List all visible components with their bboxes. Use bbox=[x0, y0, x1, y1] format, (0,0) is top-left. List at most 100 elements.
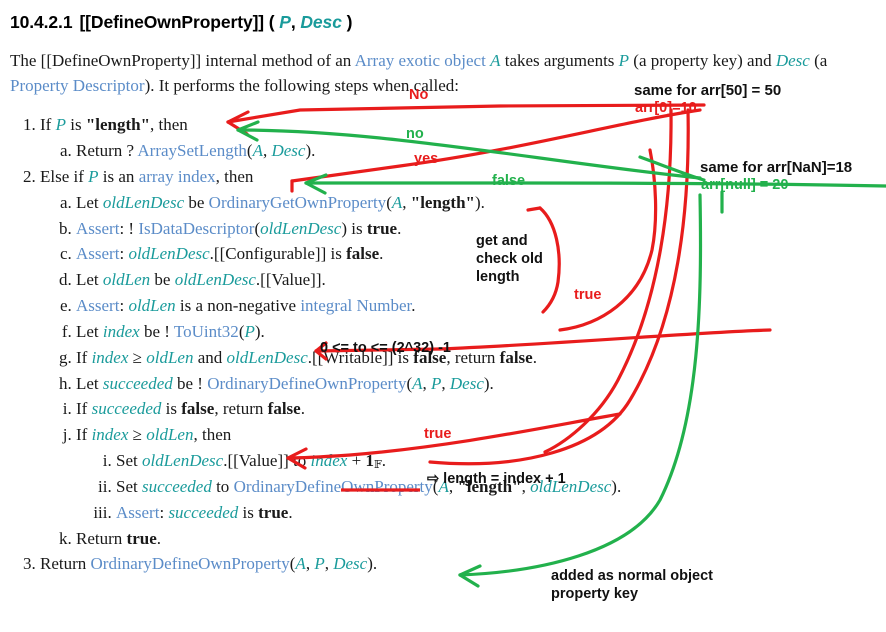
step-2-t1: Else if bbox=[40, 166, 89, 186]
step-2j-t1: If bbox=[76, 425, 92, 445]
step-2i-var-succeeded: succeeded bbox=[91, 399, 162, 419]
section-param-p: P bbox=[279, 12, 291, 32]
step-3-t5: ). bbox=[367, 554, 378, 574]
step-2h-t5: , bbox=[441, 373, 450, 393]
step-2h-t2: be ! bbox=[172, 373, 208, 393]
annot-true-1: true bbox=[574, 287, 602, 303]
link-isdatadescriptor[interactable]: IsDataDescriptor bbox=[138, 219, 254, 238]
link-property-descriptor[interactable]: Property Descriptor bbox=[10, 76, 145, 95]
step-2f-t1: Let bbox=[76, 321, 103, 341]
step-2k-t1: Return bbox=[76, 528, 127, 548]
section-number: 10.4.2.1 bbox=[10, 12, 73, 32]
step-1a-var-a: A bbox=[252, 141, 263, 161]
step-2j-var-index: index bbox=[91, 425, 129, 445]
section-close-paren: ) bbox=[341, 12, 353, 32]
step-2b-var-oldlendesc: oldLenDesc bbox=[260, 218, 342, 238]
page-title: 10.4.2.1 [[DefineOwnProperty]] ( P, Desc … bbox=[10, 12, 876, 33]
step-2b-t2: : ! bbox=[119, 218, 139, 238]
step-1-t1: If bbox=[40, 115, 56, 135]
link-touint32[interactable]: ToUint32 bbox=[174, 322, 239, 341]
link-assert-b[interactable]: Assert bbox=[76, 219, 119, 238]
step-2j-iii-t3: is bbox=[238, 502, 259, 522]
step-2a-t4: , bbox=[402, 192, 411, 212]
link-assert-c[interactable]: Assert bbox=[76, 244, 119, 263]
step-2j-iii: Assert: succeeded is true. bbox=[116, 500, 876, 526]
annot-same-for-arr50: same for arr[50] = 50 bbox=[634, 82, 782, 99]
step-2j-ii-var-succeeded: succeeded bbox=[141, 476, 212, 496]
step-2d-var-oldlendesc: oldLenDesc bbox=[174, 270, 256, 290]
annot-length-index-plus-1: ⇨ length = index + 1 bbox=[427, 471, 566, 487]
link-arraysetlength[interactable]: ArraySetLength bbox=[137, 141, 247, 160]
step-2j-iii-true: true bbox=[258, 502, 289, 522]
link-integral-number[interactable]: integral Number bbox=[300, 296, 411, 315]
step-2a-t2: be bbox=[184, 192, 209, 212]
step-2g-false-2: false bbox=[499, 347, 533, 367]
link-assert-iii[interactable]: Assert bbox=[116, 503, 159, 522]
intro-text-1: The [[DefineOwnProperty]] internal metho… bbox=[10, 51, 355, 70]
step-2-substeps: Let oldLenDesc be OrdinaryGetOwnProperty… bbox=[40, 190, 876, 552]
link-ordinarydefineownproperty-h[interactable]: OrdinaryDefineOwnProperty bbox=[207, 374, 406, 393]
step-2i-false-2: false bbox=[267, 399, 301, 419]
section-param-desc: Desc bbox=[300, 12, 342, 32]
step-3-t1: Return bbox=[40, 554, 91, 574]
step-2j-ii-t1: Set bbox=[116, 476, 142, 496]
annot-no-green: no bbox=[406, 126, 424, 142]
step-2j-ii-t2: to bbox=[211, 476, 234, 496]
step-2j-i-t1: Set bbox=[116, 451, 142, 471]
annot-get-check-old-length: get and check old length bbox=[476, 233, 543, 286]
step-3-var-desc: Desc bbox=[333, 554, 368, 574]
step-1: If P is "length", then Return ? ArraySet… bbox=[40, 112, 876, 164]
step-2e-t3: is a non-negative bbox=[175, 296, 301, 316]
step-2g-t3: and bbox=[193, 347, 227, 367]
link-assert-e[interactable]: Assert bbox=[76, 296, 119, 315]
annot-true-2: true bbox=[424, 426, 452, 442]
step-2h-t6: ). bbox=[483, 373, 494, 393]
link-array-index[interactable]: array index bbox=[139, 167, 216, 186]
link-ordinarygetownproperty[interactable]: OrdinaryGetOwnProperty bbox=[209, 193, 387, 212]
step-1-t3: , then bbox=[150, 115, 188, 135]
annot-false-green: false bbox=[492, 173, 526, 189]
step-2h-var-p: P bbox=[431, 373, 442, 393]
annot-no-red: No bbox=[409, 87, 429, 103]
step-1a-var-desc: Desc bbox=[271, 141, 306, 161]
step-2d-t1: Let bbox=[76, 270, 103, 290]
step-2g-var-oldlendesc: oldLenDesc bbox=[226, 347, 308, 367]
step-2e-t4: . bbox=[411, 296, 416, 316]
step-2i: If succeeded is false, return false. bbox=[76, 396, 876, 422]
step-2c-t3: .[[Configurable]] is bbox=[209, 244, 347, 264]
intro-text-5: (a bbox=[809, 51, 828, 70]
step-2g-t6: . bbox=[532, 347, 537, 367]
step-2a-var-a: A bbox=[391, 192, 403, 212]
step-2a-t5: ). bbox=[474, 192, 485, 212]
step-2d-t3: .[[Value]]. bbox=[255, 270, 326, 290]
step-2j-t3: , then bbox=[193, 425, 232, 445]
step-2i-t1: If bbox=[76, 399, 92, 419]
step-2j-var-oldlen: oldLen bbox=[146, 425, 194, 445]
link-array-exotic-object[interactable]: Array exotic object bbox=[355, 51, 486, 70]
step-2h-t4: , bbox=[422, 373, 431, 393]
step-2i-t2: is bbox=[161, 399, 182, 419]
step-2f-var-index: index bbox=[102, 321, 140, 341]
step-1a-t4: ). bbox=[305, 141, 316, 161]
step-2-t2: is an bbox=[98, 166, 139, 186]
link-ordinarydefineownproperty-ii[interactable]: OrdinaryDefineOwnProperty bbox=[234, 477, 433, 496]
var-desc: Desc bbox=[775, 51, 810, 70]
annot-arr0: arr[0]=10 bbox=[635, 100, 697, 116]
annot-arrnull: arr[null] = 20 bbox=[701, 177, 789, 193]
step-2k: Return true. bbox=[76, 526, 876, 552]
step-2-var-p: P bbox=[88, 166, 99, 186]
step-3-t4: , bbox=[324, 554, 334, 574]
section-comma: , bbox=[290, 12, 301, 32]
step-2b-t4: ) is bbox=[341, 218, 367, 238]
step-2h-t1: Let bbox=[76, 373, 103, 393]
var-p: P bbox=[618, 51, 630, 70]
annot-uint32-range: 0 <= to <= (2^32) -1 bbox=[320, 340, 451, 356]
annot-added-as-normal: added as normal object property key bbox=[551, 568, 713, 603]
link-ordinarydefineownproperty-3[interactable]: OrdinaryDefineOwnProperty bbox=[91, 554, 290, 573]
step-2c-var-oldlendesc: oldLenDesc bbox=[128, 244, 210, 264]
step-2g-var-index: index bbox=[91, 347, 129, 367]
step-2c-t4: . bbox=[379, 244, 384, 264]
step-2a-var-oldlendesc: oldLenDesc bbox=[102, 192, 185, 212]
step-2i-t4: . bbox=[300, 399, 305, 419]
step-2j-i-var-oldlendesc: oldLenDesc bbox=[141, 451, 224, 471]
